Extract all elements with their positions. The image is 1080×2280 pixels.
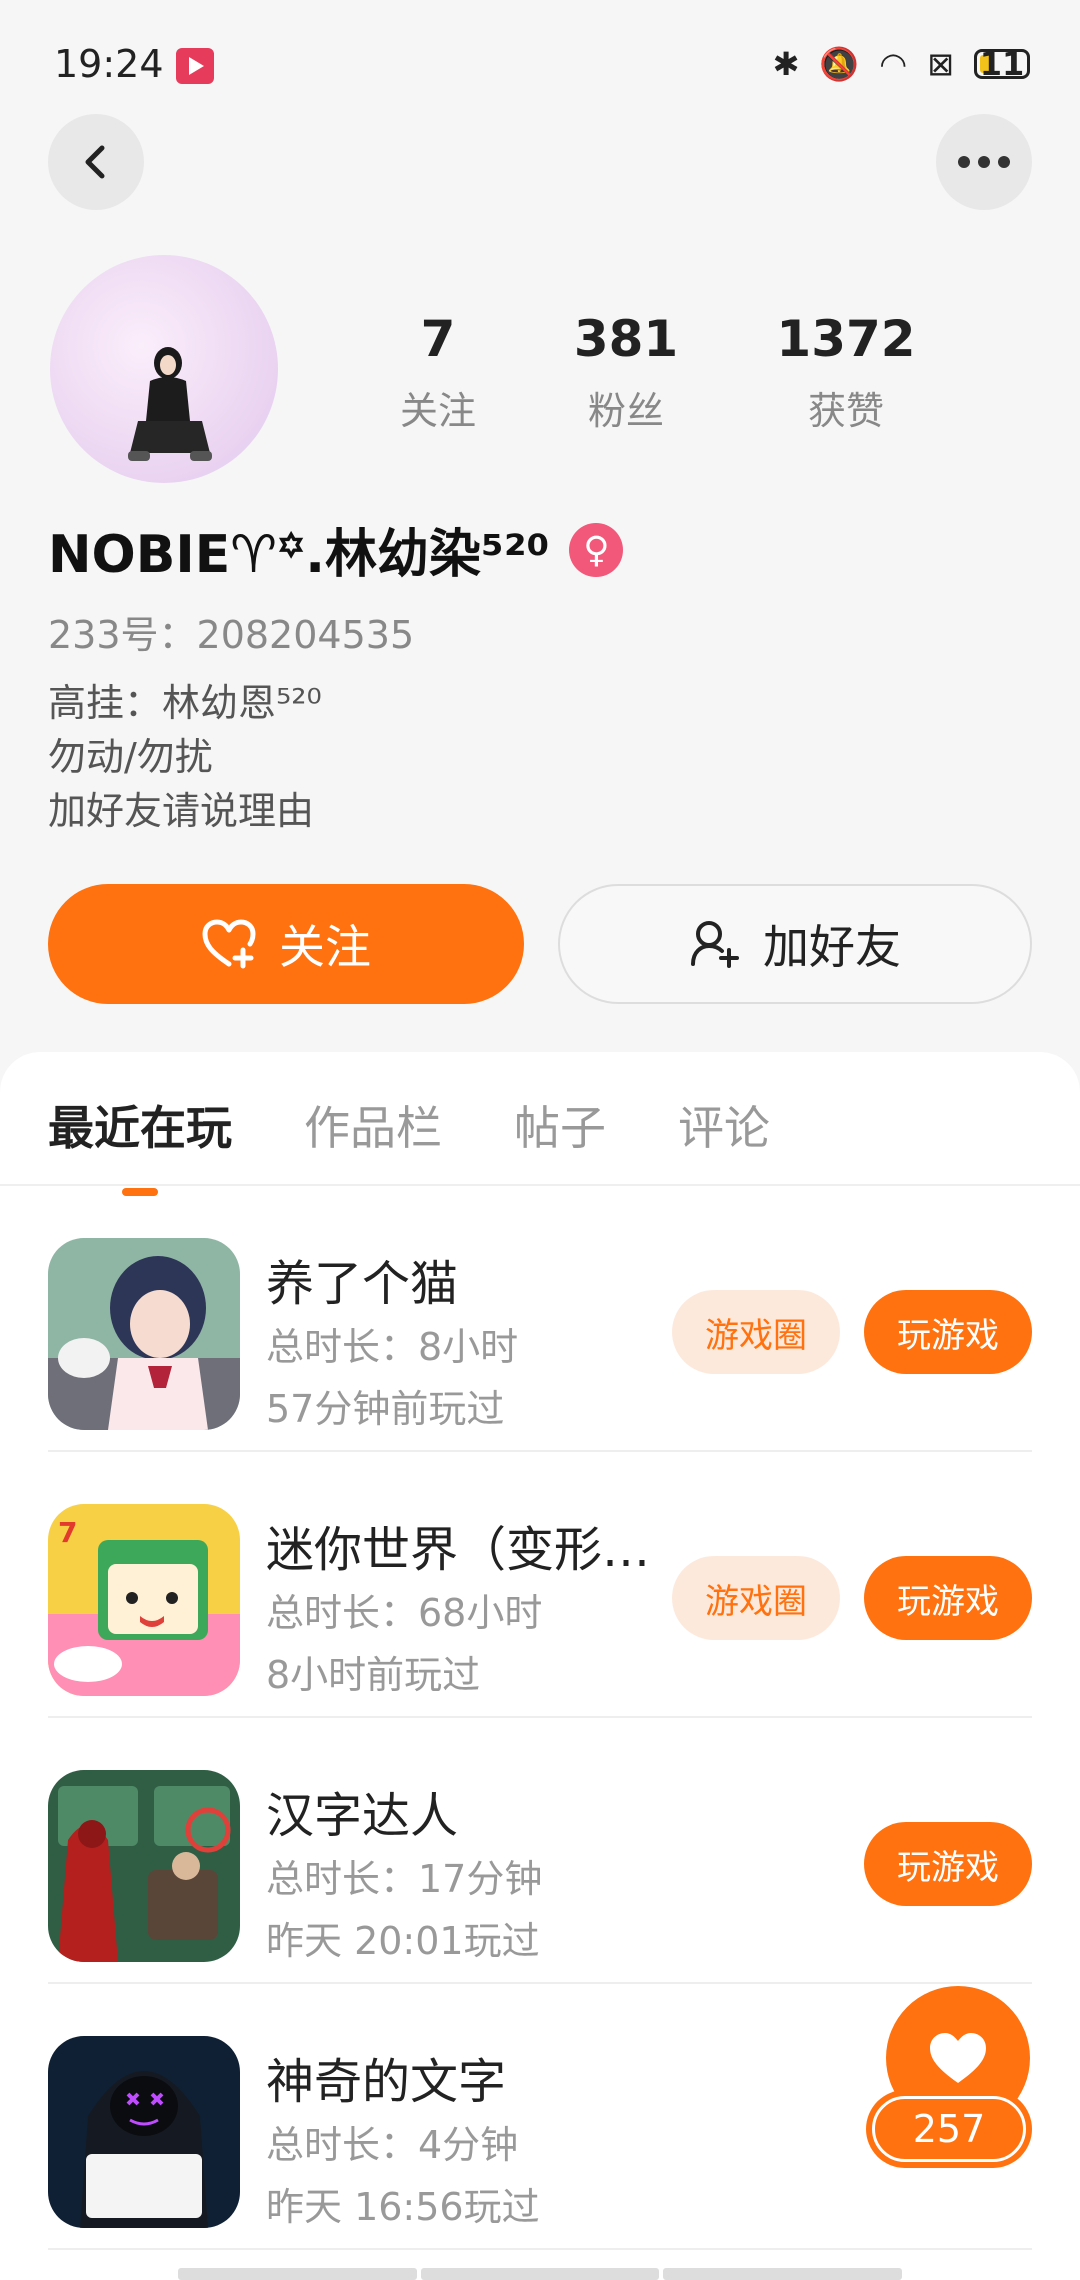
add-friend-button[interactable]: 加好友 (558, 884, 1032, 1004)
game-icon-cat (48, 1238, 240, 1430)
video-app-icon (176, 48, 214, 84)
profile-tabs: 最近在玩 作品栏 帖子 评论 (48, 1092, 770, 1158)
avatar[interactable] (50, 255, 278, 483)
stat-likes-value: 1372 (776, 310, 916, 368)
tab-posts[interactable]: 帖子 (514, 1092, 606, 1158)
play-game-button[interactable]: 玩游戏 (864, 1556, 1032, 1640)
game-title: 迷你世界（变形… (266, 1522, 651, 1578)
game-title: 汉字达人 (266, 1788, 459, 1844)
heart-icon (930, 2033, 986, 2083)
bio-line: 勿动/勿扰 (48, 735, 213, 779)
play-game-button[interactable]: 玩游戏 (864, 1822, 1032, 1906)
like-count: 257 (872, 2096, 1026, 2162)
bio: 高挂：林幼恩⁵²⁰ 勿动/勿扰 加好友请说理由 (48, 676, 322, 838)
mute-icon: 🔕 (819, 45, 860, 83)
stat-fans-value: 381 (573, 310, 679, 368)
account-id: 233号：208204535 (48, 613, 415, 657)
game-circle-button[interactable]: 游戏圈 (672, 1556, 840, 1640)
back-button[interactable] (48, 114, 144, 210)
bio-line: 加好友请说理由 (48, 789, 315, 833)
svg-text:7: 7 (58, 1516, 77, 1549)
nickname-row: NOBIE♈︎꙳.林幼染⁵²⁰ ♀ (48, 512, 624, 588)
stat-likes-label: 获赞 (807, 389, 884, 433)
heart-plus-icon (202, 919, 256, 969)
game-duration: 总时长：68小时 (266, 1591, 543, 1635)
home-indicator (178, 2268, 903, 2280)
game-last-played: 昨天 16:56玩过 (266, 2185, 540, 2229)
game-last-played: 57分钟前玩过 (266, 1387, 505, 1431)
add-user-icon (691, 921, 739, 968)
tab-comments[interactable]: 评论 (678, 1092, 770, 1158)
stat-fans-label: 粉丝 (587, 389, 664, 433)
game-title: 神奇的文字 (266, 2054, 507, 2110)
status-time: 19:24 (54, 42, 164, 86)
game-icon-hanzi (48, 1770, 240, 1962)
wifi-icon: ◠ (879, 45, 908, 83)
sim-icon: ⊠ (927, 45, 954, 83)
game-title: 养了个猫 (266, 1256, 459, 1312)
more-dots-icon (958, 156, 1010, 168)
game-circle-button[interactable]: 游戏圈 (672, 1290, 840, 1374)
game-icon-mini-world: 7 (48, 1504, 240, 1696)
status-icons: ✱ 🔕 ◠ ⊠ 11 (773, 44, 1030, 84)
game-last-played: 昨天 20:01玩过 (266, 1919, 540, 1963)
game-duration: 总时长：4分钟 (266, 2123, 519, 2167)
nickname: NOBIE♈︎꙳.林幼染⁵²⁰ (48, 525, 550, 585)
tab-works[interactable]: 作品栏 (304, 1092, 442, 1158)
game-duration: 总时长：8小时 (266, 1325, 519, 1369)
game-last-played: 8小时前玩过 (266, 1653, 481, 1697)
stat-likes[interactable]: 1372 获赞 (736, 310, 956, 435)
bluetooth-icon: ✱ (772, 45, 800, 83)
female-gender-icon: ♀ (569, 523, 624, 577)
more-button[interactable] (936, 114, 1032, 210)
profile-stats: 7 关注 381 粉丝 1372 获赞 (360, 310, 1000, 435)
status-bar: 19:24 ✱ 🔕 ◠ ⊠ 11 (0, 0, 1080, 130)
follow-button[interactable]: 关注 (48, 884, 524, 1004)
bio-line: 高挂：林幼恩⁵²⁰ (48, 681, 322, 725)
game-row[interactable]: 汉字达人 总时长：17分钟 昨天 20:01玩过 玩游戏 (0, 1718, 1080, 1984)
battery-icon: 11 (974, 45, 1030, 83)
add-friend-label: 加好友 (763, 920, 901, 974)
like-count-badge[interactable]: 257 (866, 2090, 1032, 2168)
game-duration: 总时长：17分钟 (266, 1857, 543, 1901)
chevron-left-icon (85, 145, 105, 179)
avatar-figure-image (128, 347, 212, 461)
battery-level: 11 (979, 45, 1025, 83)
stat-following[interactable]: 7 关注 (360, 310, 516, 435)
game-icon-magic-text (48, 2036, 240, 2228)
play-game-button[interactable]: 玩游戏 (864, 1290, 1032, 1374)
game-row[interactable]: 养了个猫 总时长：8小时 57分钟前玩过 游戏圈 玩游戏 (0, 1186, 1080, 1452)
stat-following-label: 关注 (399, 389, 476, 433)
stat-fans[interactable]: 381 粉丝 (516, 310, 736, 435)
tab-recently-played[interactable]: 最近在玩 (48, 1092, 232, 1158)
follow-label: 关注 (279, 920, 371, 974)
game-row[interactable]: 7 迷你世界（变形… 总时长：68小时 8小时前玩过 游戏圈 玩游戏 (0, 1452, 1080, 1718)
row-divider (48, 2248, 1032, 2250)
stat-following-value: 7 (420, 310, 456, 368)
